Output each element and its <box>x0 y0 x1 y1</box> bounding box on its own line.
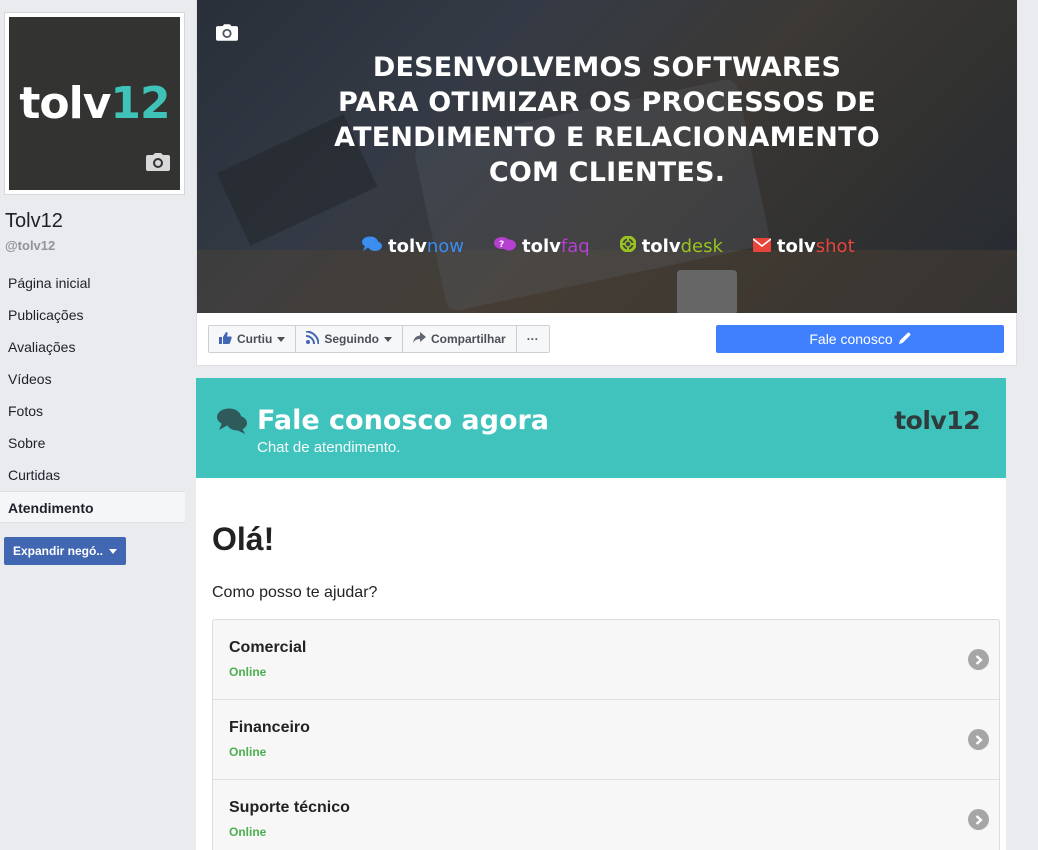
share-arrow-icon <box>413 332 426 346</box>
department-name: Financeiro <box>229 719 310 736</box>
faq-icon: ? <box>494 236 517 257</box>
expand-business-button[interactable]: Expandir negó.. <box>4 537 126 565</box>
share-button[interactable]: Compartilhar <box>402 325 517 353</box>
help-prompt: Como posso te ajudar? <box>212 584 378 601</box>
product-brands: tolvnow ? tolvfaq tolvdesk tolvshot <box>362 235 855 257</box>
department-item[interactable]: Financeiro Online <box>213 700 999 780</box>
department-status: Online <box>229 825 267 839</box>
rss-icon <box>306 330 320 347</box>
department-name: Comercial <box>229 639 307 656</box>
mail-icon <box>752 236 772 257</box>
tolv12-logo: tolv12 <box>894 406 980 435</box>
caret-down-icon <box>384 336 392 342</box>
greeting: Olá! <box>212 521 275 557</box>
nav-item-videos[interactable]: Vídeos <box>0 363 185 395</box>
department-name: Suporte técnico <box>229 799 350 816</box>
brand-tolvshot: tolvshot <box>752 236 855 257</box>
page-nav: Página inicial Publicações Avaliações Ví… <box>0 267 185 523</box>
tolv12-logo: tolv12 <box>19 78 170 129</box>
camera-icon[interactable] <box>146 153 170 176</box>
chevron-right-icon[interactable] <box>968 809 989 830</box>
support-chat-panel: Fale conosco agora Chat de atendimento. … <box>196 378 1006 850</box>
department-item[interactable]: Suporte técnico Online <box>213 780 999 850</box>
department-list: Comercial Online Financeiro Online Supor… <box>212 619 1000 850</box>
brand-tolvfaq: ? tolvfaq <box>494 236 590 257</box>
contact-us-button[interactable]: Fale conosco <box>716 325 1004 353</box>
caret-down-icon <box>277 336 286 342</box>
chat-title: Fale conosco agora <box>257 405 550 436</box>
nav-item-photos[interactable]: Fotos <box>0 395 185 427</box>
department-item[interactable]: Comercial Online <box>213 620 999 700</box>
brand-tolvdesk: tolvdesk <box>619 235 723 257</box>
cover-card: DESENVOLVEMOS SOFTWARES PARA OTIMIZAR OS… <box>196 0 1017 366</box>
caret-down-icon <box>109 548 117 554</box>
chat-icon <box>362 236 382 257</box>
page-handle[interactable]: @tolv12 <box>5 238 55 253</box>
nav-item-posts[interactable]: Publicações <box>0 299 185 331</box>
lifebuoy-icon <box>619 235 637 257</box>
more-dots-icon: ··· <box>526 332 539 346</box>
follow-button[interactable]: Seguindo <box>295 325 403 353</box>
chat-header: Fale conosco agora Chat de atendimento. … <box>196 378 1006 478</box>
chevron-right-icon[interactable] <box>968 729 989 750</box>
nav-item-about[interactable]: Sobre <box>0 427 185 459</box>
profile-logo: tolv12 <box>9 17 180 190</box>
profile-picture[interactable]: tolv12 <box>4 12 185 195</box>
department-status: Online <box>229 665 267 679</box>
nav-item-home[interactable]: Página inicial <box>0 267 185 299</box>
like-button[interactable]: Curtiu <box>208 325 297 353</box>
chat-bubbles-icon <box>217 408 247 439</box>
page-actions: Curtiu Seguindo Compartilhar ··· <box>208 325 550 353</box>
cover-photo[interactable]: DESENVOLVEMOS SOFTWARES PARA OTIMIZAR OS… <box>197 0 1017 313</box>
pencil-icon <box>898 331 911 347</box>
nav-item-likes[interactable]: Curtidas <box>0 459 185 491</box>
nav-item-support[interactable]: Atendimento <box>0 491 185 523</box>
page-name[interactable]: Tolv12 <box>5 210 63 233</box>
department-status: Online <box>229 745 267 759</box>
camera-icon[interactable] <box>216 24 238 46</box>
cover-headline: DESENVOLVEMOS SOFTWARES PARA OTIMIZAR OS… <box>334 52 880 188</box>
svg-text:?: ? <box>499 240 504 250</box>
thumbs-up-icon <box>219 331 232 347</box>
nav-item-reviews[interactable]: Avaliações <box>0 331 185 363</box>
expand-business-label: Expandir negó.. <box>12 544 103 558</box>
more-options-button[interactable]: ··· <box>515 325 550 353</box>
brand-tolvnow: tolvnow <box>362 236 464 257</box>
chevron-right-icon[interactable] <box>968 649 989 670</box>
chat-subtitle: Chat de atendimento. <box>257 439 401 456</box>
